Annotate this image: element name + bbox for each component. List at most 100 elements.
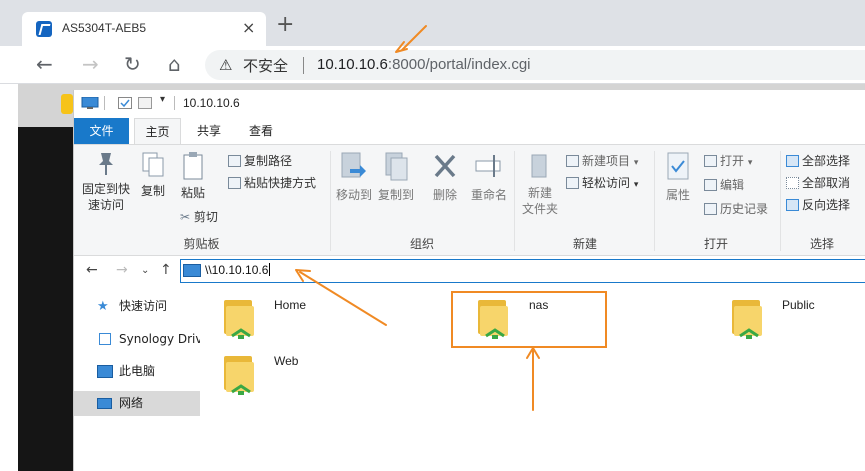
explorer-back-icon[interactable]: ← [86,262,98,278]
nav-item-synology-drive[interactable]: Synology Drive [74,327,200,352]
group-separator [330,151,331,251]
select-none-button[interactable]: 全部取消 [786,175,850,191]
new-folder-button[interactable]: 新建 文件夹 [518,151,562,217]
new-folder-icon [531,154,547,178]
copy-icon [142,152,164,177]
copy-path-label: 复制路径 [244,154,293,168]
address-row: ← → ⌄ ↑ \\10.10.10.6 [74,256,865,286]
open-button[interactable]: 打开 ▾ [704,153,752,171]
select-all-button[interactable]: 全部选择 [786,153,850,169]
warning-icon[interactable]: ⚠ [219,56,232,74]
select-all-icon [786,155,799,167]
nav-item-this-pc[interactable]: 此电脑 [74,359,200,384]
close-tab-icon[interactable]: × [242,18,255,37]
nav-label: 此电脑 [119,364,156,378]
nav-item-network[interactable]: 网络 [74,391,200,416]
new-item-icon [566,155,579,167]
network-share-icon [231,328,251,339]
customize-qa-icon[interactable]: ▾ [160,94,165,105]
qa-separator [104,96,105,110]
url-host: 10.10.10.6 [317,56,388,73]
forward-icon[interactable]: → [82,52,99,76]
copy-to-button[interactable]: 复制到 [376,151,416,203]
clipboard-group-label: 剪贴板 [183,237,220,251]
easy-access-label: 轻松访问 [582,176,631,190]
synology-drive-icon [99,333,111,345]
page-gold-element [61,94,73,114]
paste-shortcut-icon [228,177,241,189]
tab-share[interactable]: 共享 [192,118,226,144]
move-to-icon [341,152,366,178]
reload-icon[interactable]: ↻ [124,52,141,76]
qa-separator-2 [174,96,175,110]
folder-label-home[interactable]: Home [274,298,306,312]
delete-icon [434,154,456,178]
group-separator [654,151,655,251]
url-separator [303,57,304,74]
pin-quick-access-button[interactable]: 固定到快 速访问 [78,151,134,213]
move-to-label: 移动到 [335,188,372,202]
up-icon[interactable]: ↑ [160,262,172,278]
paste-shortcut-label: 粘贴快捷方式 [244,176,317,190]
properties-button[interactable]: 属性 [658,151,698,203]
folder-label-web[interactable]: Web [274,354,298,368]
invert-selection-button[interactable]: 反向选择 [786,197,850,213]
nav-item-quick-access[interactable]: ★ 快速访问 [74,294,200,319]
browser-tab[interactable]: AS5304T-AEB5 × [22,12,266,46]
history-button[interactable]: 历史记录 [704,201,768,217]
star-icon: ★ [97,299,109,314]
new-folder-label-2: 文件夹 [521,202,558,216]
select-none-label: 全部取消 [802,176,851,190]
new-group-label: 新建 [572,237,597,251]
folder-label-public[interactable]: Public [782,298,815,312]
recent-locations-icon[interactable]: ⌄ [141,265,149,276]
copy-label: 复制 [140,184,165,198]
page-dark-area [18,127,74,471]
network-computer-icon [183,264,201,277]
explorer-forward-icon[interactable]: → [116,262,128,278]
new-item-dropdown-icon: ▾ [633,158,639,168]
paste-icon [183,152,203,180]
pin-icon [99,153,113,175]
new-tab-button[interactable]: + [276,14,294,36]
url-path: :8000/portal/index.cgi [387,56,531,73]
new-item-button[interactable]: 新建项目 ▾ [566,153,638,171]
open-icon [704,155,717,167]
tab-view[interactable]: 查看 [244,118,278,144]
folder-public[interactable] [730,296,766,342]
nav-label: 网络 [119,396,144,410]
address-bar[interactable]: ⚠ 不安全 10.10.10.6:8000/portal/index.cgi [205,50,865,80]
paste-button[interactable]: 粘贴 [178,151,208,201]
back-icon[interactable]: ← [36,52,53,76]
easy-access-dropdown-icon: ▾ [633,180,639,190]
delete-button[interactable]: 删除 [428,151,462,203]
tab-file[interactable]: 文件 [74,118,129,144]
organize-group-label: 组织 [409,237,434,251]
properties-icon[interactable] [118,97,132,109]
move-to-button[interactable]: 移动到 [334,151,374,203]
url-text[interactable]: 10.10.10.6:8000/portal/index.cgi [317,56,531,73]
insecure-label[interactable]: 不安全 [243,55,288,76]
edit-button[interactable]: 编辑 [704,177,744,193]
cut-button[interactable]: ✂ 剪切 [180,209,218,225]
home-icon[interactable]: ⌂ [168,52,181,76]
navigation-pane: ★ 快速访问 Synology Drive 此电脑 网络 [74,286,200,471]
delete-label: 删除 [432,188,457,202]
easy-access-button[interactable]: 轻松访问 ▾ [566,175,638,193]
paste-shortcut-button[interactable]: 粘贴快捷方式 [228,175,316,191]
folder-web[interactable] [222,352,258,398]
tab-home[interactable]: 主页 [134,118,181,144]
copy-path-button[interactable]: 复制路径 [228,153,292,169]
rename-button[interactable]: 重命名 [468,151,510,203]
scissors-icon: ✂ [180,210,191,224]
explorer-address-field[interactable]: \\10.10.10.6 [180,259,865,283]
group-separator [514,151,515,251]
new-folder-qa-icon[interactable] [138,97,152,109]
ribbon: 固定到快 速访问 复制 粘贴 复制路径 粘贴快捷方式 ✂ 剪切 剪贴板 移动到 … [74,144,865,256]
ribbon-tabs: 文件 主页 共享 查看 [74,118,865,144]
file-explorer-window: ▾ 10.10.10.6 文件 主页 共享 查看 固定到快 速访问 复制 粘贴 … [73,90,865,471]
folder-home[interactable] [222,296,258,342]
nav-label: Synology Drive [119,332,200,346]
address-text[interactable]: \\10.10.10.6 [205,263,271,277]
copy-button[interactable]: 复制 [138,151,168,199]
